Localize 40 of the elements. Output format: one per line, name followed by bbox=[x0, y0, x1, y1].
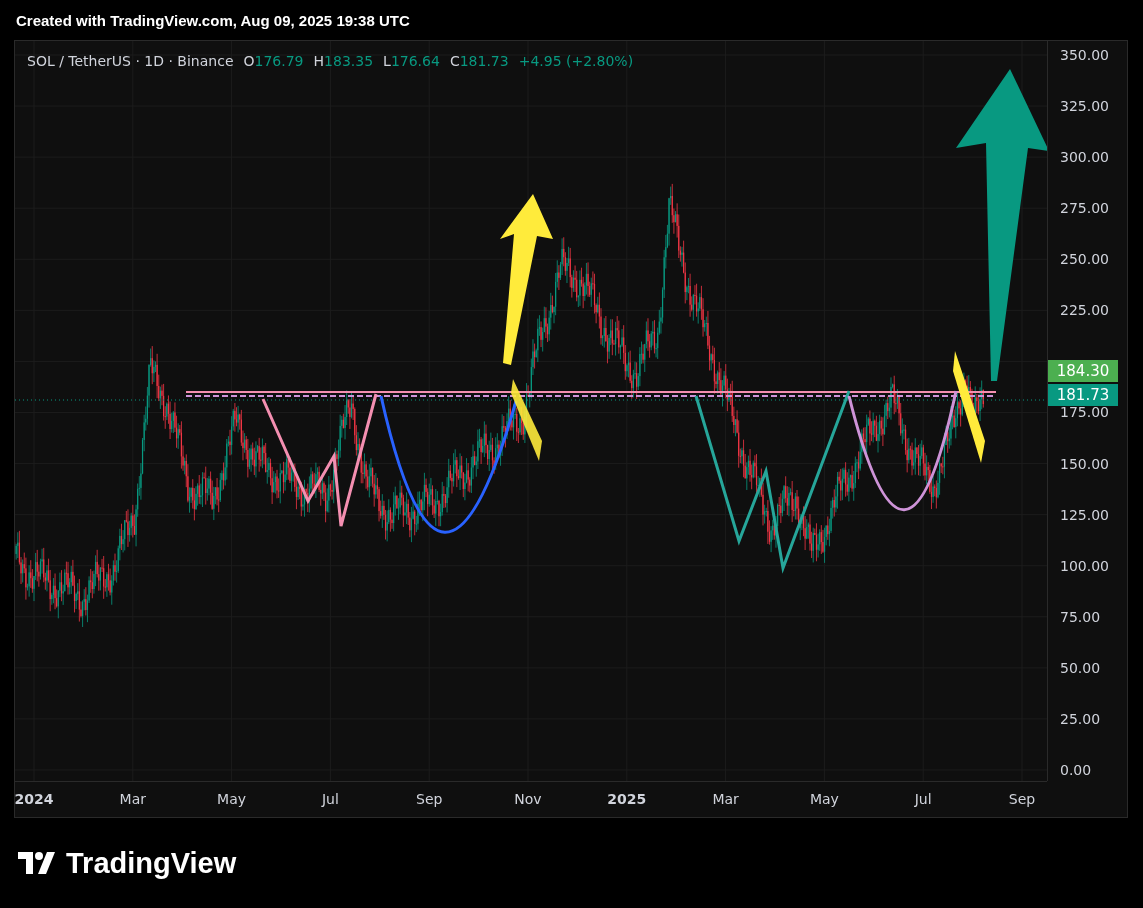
time-label: Sep bbox=[1008, 791, 1036, 807]
price-change: +4.95 (+2.80%) bbox=[518, 53, 634, 69]
time-label: Mar bbox=[119, 791, 146, 807]
ohlc-label: L bbox=[383, 53, 391, 69]
time-label: Sep bbox=[416, 791, 443, 807]
ohlc-label: H bbox=[313, 53, 325, 69]
logo-icon bbox=[18, 852, 58, 874]
price-tick: 300.00 bbox=[1060, 149, 1109, 166]
price-tick: 175.00 bbox=[1060, 404, 1109, 421]
price-tag: 184.30 bbox=[1048, 360, 1118, 382]
price-tick: 275.00 bbox=[1060, 200, 1109, 217]
header-caption: Created with TradingView.com, Aug 09, 2025 19:38 UTC bbox=[16, 11, 410, 29]
ohlc-value: 181.73 bbox=[459, 53, 509, 69]
time-label: Nov bbox=[514, 791, 542, 807]
time-label: 2025 bbox=[607, 791, 647, 807]
logo-wordmark: TradingView bbox=[66, 846, 237, 880]
time-label: Mar bbox=[712, 791, 739, 807]
price-tick: 100.00 bbox=[1060, 557, 1109, 574]
ohlc-label: C bbox=[449, 53, 460, 69]
price-tick: 75.00 bbox=[1060, 608, 1101, 625]
price-tick: 50.00 bbox=[1060, 659, 1101, 676]
price-tick: 250.00 bbox=[1060, 251, 1109, 268]
price-tick: 150.00 bbox=[1060, 455, 1109, 472]
price-tick: 350.00 bbox=[1060, 47, 1109, 63]
time-label: May bbox=[217, 791, 247, 807]
price-tick: 125.00 bbox=[1060, 506, 1109, 523]
ohlc-value: 183.35 bbox=[324, 53, 374, 69]
price-tick: 325.00 bbox=[1060, 98, 1109, 115]
ohlc-value: 176.64 bbox=[390, 53, 440, 69]
ohlc-label: O bbox=[243, 53, 255, 69]
time-label: Jul bbox=[914, 791, 932, 807]
time-label: Jul bbox=[321, 791, 339, 807]
price-tick: 25.00 bbox=[1060, 710, 1101, 727]
time-label: May bbox=[809, 791, 839, 807]
price-tag: 181.73 bbox=[1048, 384, 1118, 406]
time-label: 2024 bbox=[14, 791, 54, 807]
ohlc-value: 176.79 bbox=[254, 53, 304, 69]
price-tick: 0.00 bbox=[1060, 761, 1092, 778]
price-tick: 225.00 bbox=[1060, 302, 1109, 319]
symbol-label: SOL / TetherUS · 1D · Binance bbox=[27, 53, 234, 69]
